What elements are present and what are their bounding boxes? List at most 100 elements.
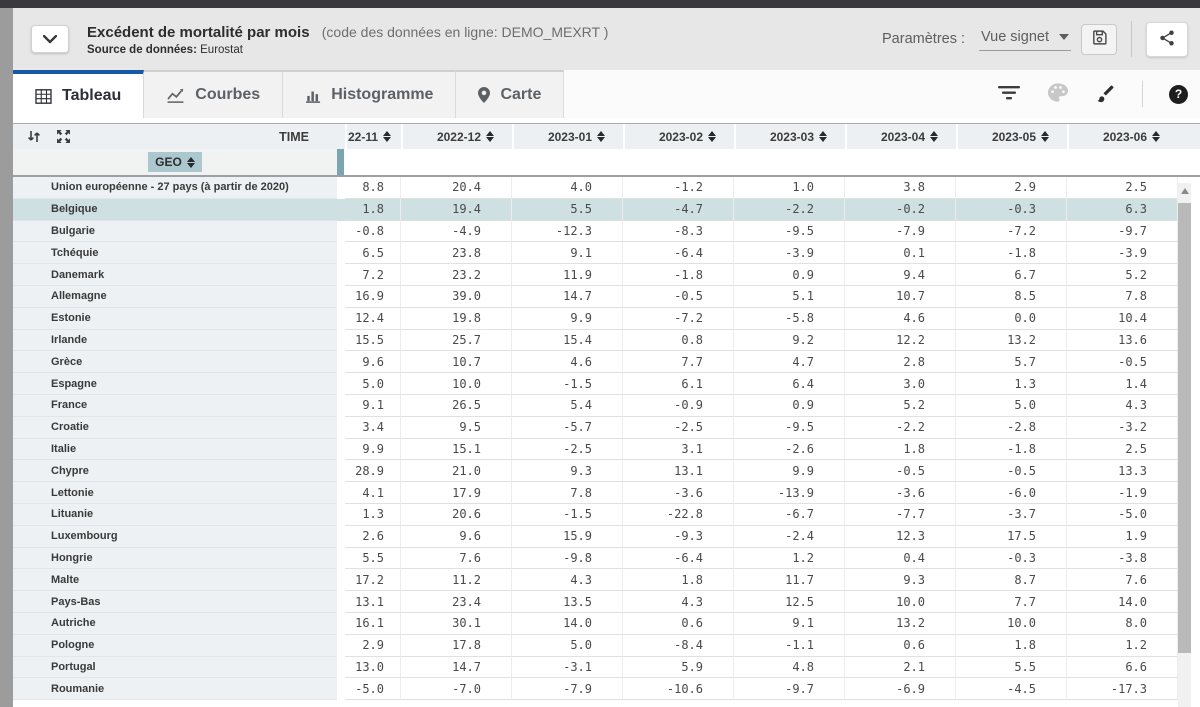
column-sort-icon[interactable] <box>708 131 716 142</box>
window-left-strip <box>0 8 13 707</box>
geo-label-cell[interactable]: Espagne <box>13 373 337 395</box>
palette-button[interactable] <box>1046 81 1070 107</box>
geo-label-cell[interactable]: Pologne <box>13 635 337 657</box>
value-cell: -0.3 <box>956 548 1067 570</box>
value-cell: 1.8 <box>623 569 734 591</box>
table-row: Autriche 16.130.114.00.69.113.210.08.0 <box>13 613 1200 635</box>
scrollbar-thumb[interactable] <box>1178 203 1191 653</box>
geo-label-cell[interactable]: Irlande <box>13 330 337 352</box>
geo-label-cell[interactable]: Bulgarie <box>13 221 337 243</box>
table-row: Lituanie 1.320.6-1.5-22.8-6.7-7.7-3.7-5.… <box>13 504 1200 526</box>
geo-label-cell[interactable]: Portugal <box>13 657 337 679</box>
geo-label-cell[interactable]: Estonie <box>13 308 337 330</box>
map-pin-icon <box>478 87 490 103</box>
tab-label: Histogramme <box>331 86 433 104</box>
row-gap <box>337 330 345 352</box>
geo-label-cell[interactable]: Allemagne <box>13 286 337 308</box>
geo-label: Espagne <box>51 378 97 390</box>
tabbar-tools: ? <box>996 70 1190 118</box>
value-cell: 7.8 <box>512 482 623 504</box>
column-sort-icon[interactable] <box>1041 131 1049 142</box>
column-header[interactable]: 2023-04 <box>845 124 956 149</box>
geo-label-cell[interactable]: Autriche <box>13 613 337 635</box>
geo-label-cell[interactable]: Pays-Bas <box>13 591 337 613</box>
geo-sort-icon[interactable] <box>187 157 195 168</box>
value-cell: 15.5 <box>345 330 401 352</box>
column-sort-icon[interactable] <box>1152 131 1160 142</box>
geo-label-cell[interactable]: France <box>13 395 337 417</box>
geo-label-cell[interactable]: Grèce <box>13 351 337 373</box>
geo-label-cell[interactable]: Belgique <box>13 199 337 221</box>
table-grid-icon <box>35 89 52 104</box>
share-button[interactable] <box>1146 22 1188 57</box>
value-cell: -1.5 <box>512 373 623 395</box>
row-gap <box>337 439 345 461</box>
geo-label-cell[interactable]: Lettonie <box>13 482 337 504</box>
table-row: Belgique 1.819.45.5-4.7-2.2-0.2-0.36.3 <box>13 199 1200 221</box>
column-header[interactable]: 2023-06 <box>1067 124 1178 149</box>
column-sort-icon[interactable] <box>930 131 938 142</box>
column-sort-icon[interactable] <box>486 131 494 142</box>
column-header[interactable]: 22-11 <box>345 124 401 149</box>
value-cell: 10.0 <box>845 591 956 613</box>
geo-label-cell[interactable]: Italie <box>13 439 337 461</box>
value-cell: 5.0 <box>956 395 1067 417</box>
tab-histogramme[interactable]: Histogramme <box>283 70 456 118</box>
sort-rows-icon[interactable] <box>27 130 41 143</box>
row-gap <box>337 657 345 679</box>
column-sort-icon[interactable] <box>383 131 391 142</box>
value-cell: 9.4 <box>845 264 956 286</box>
geo-label-cell[interactable]: Croatie <box>13 417 337 439</box>
column-header[interactable]: 2023-03 <box>734 124 845 149</box>
value-cell: 0.6 <box>623 613 734 635</box>
collapse-header-button[interactable] <box>31 25 69 53</box>
value-cell: 23.4 <box>401 591 512 613</box>
brush-button[interactable] <box>1094 81 1118 108</box>
value-cell: 6.1 <box>623 373 734 395</box>
share-icon <box>1158 29 1176 50</box>
value-cell: -12.3 <box>512 221 623 243</box>
bookmark-view-select[interactable]: Vue signet <box>979 27 1071 51</box>
geo-label-cell[interactable]: Hongrie <box>13 548 337 570</box>
expand-table-icon[interactable] <box>57 130 70 143</box>
save-view-button[interactable] <box>1081 24 1117 55</box>
filter-button[interactable] <box>996 84 1022 105</box>
value-cell: -1.8 <box>956 439 1067 461</box>
geo-dimension-label: GEO <box>155 155 182 169</box>
geo-label-cell[interactable]: Chypre <box>13 460 337 482</box>
column-header[interactable]: 2023-01 <box>512 124 623 149</box>
help-button[interactable]: ? <box>1167 83 1190 106</box>
vertical-scrollbar[interactable] <box>1178 183 1191 707</box>
value-cell: 16.9 <box>345 286 401 308</box>
geo-label-cell[interactable]: Tchéquie <box>13 242 337 264</box>
geo-label: Pologne <box>51 639 94 651</box>
value-cell: -0.9 <box>623 395 734 417</box>
column-header[interactable]: 2023-05 <box>956 124 1067 149</box>
value-cell: 10.0 <box>401 373 512 395</box>
tab-tableau[interactable]: Tableau <box>13 70 144 118</box>
value-cell: -3.9 <box>1067 242 1178 264</box>
geo-dimension-chip[interactable]: GEO <box>148 152 202 172</box>
value-cell: 6.6 <box>1067 657 1178 679</box>
geo-label-cell[interactable]: Luxembourg <box>13 526 337 548</box>
geo-header-spacer <box>344 149 1200 175</box>
geo-label-cell[interactable]: Roumanie <box>13 678 337 700</box>
tab-courbes[interactable]: Courbes <box>144 70 283 118</box>
scrollbar-up-arrow[interactable] <box>1178 185 1191 197</box>
geo-label-cell[interactable]: Union européenne - 27 pays (à partir de … <box>13 177 337 199</box>
value-cell: -9.5 <box>734 221 845 243</box>
column-sort-icon[interactable] <box>819 131 827 142</box>
column-header[interactable]: 2023-02 <box>623 124 734 149</box>
geo-label-cell[interactable]: Danemark <box>13 264 337 286</box>
geo-label-cell[interactable]: Lituanie <box>13 504 337 526</box>
column-header[interactable]: 2022-12 <box>401 124 512 149</box>
value-cell: 5.0 <box>345 373 401 395</box>
value-cell: 13.2 <box>956 330 1067 352</box>
value-cell: -5.8 <box>734 308 845 330</box>
tab-carte[interactable]: Carte <box>456 70 564 118</box>
table-row: Italie 9.915.1-2.53.1-2.61.8-1.82.5 <box>13 439 1200 461</box>
column-resize-handle[interactable] <box>337 149 344 175</box>
geo-label-cell[interactable]: Malte <box>13 569 337 591</box>
geo-label: Hongrie <box>51 552 93 564</box>
column-sort-icon[interactable] <box>597 131 605 142</box>
